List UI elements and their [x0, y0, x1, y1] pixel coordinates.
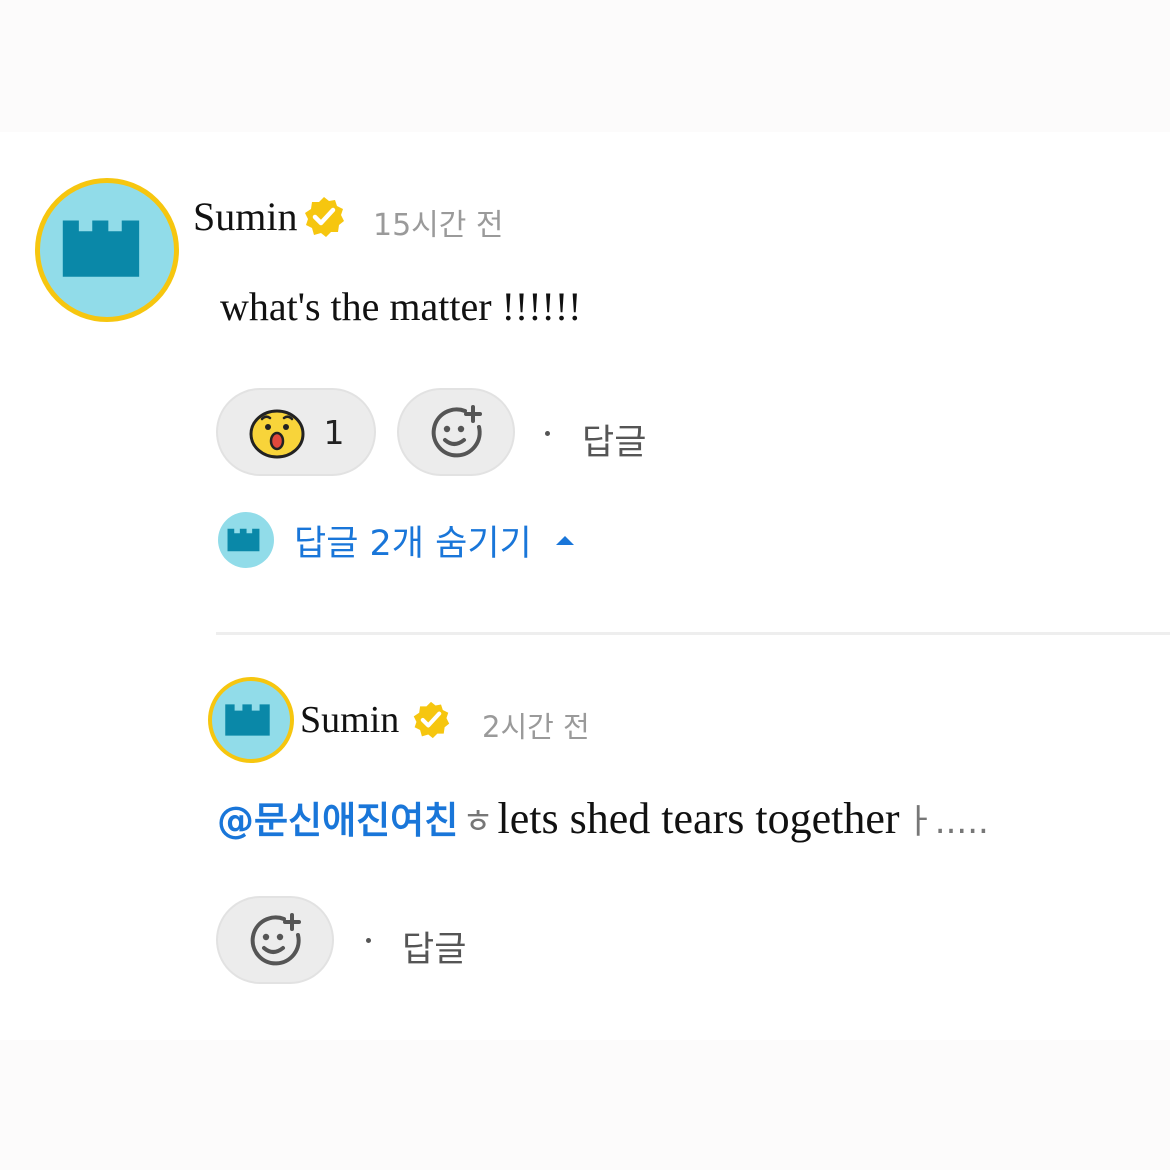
reply-timestamp: 2시간 전 — [482, 710, 590, 744]
reaction-button[interactable]: 1 — [216, 388, 376, 476]
mention-link[interactable]: @문신애진여친 — [217, 799, 458, 842]
bottom-background-band — [0, 1040, 1170, 1170]
reply-button[interactable]: 답글 — [402, 921, 466, 972]
add-reaction-button[interactable] — [397, 388, 515, 476]
reply-author-name[interactable]: Sumin — [300, 698, 399, 742]
separator-dot — [366, 938, 371, 943]
reply-text-fragment-left: ㅎ — [462, 802, 494, 842]
reply-button[interactable]: 답글 — [582, 414, 646, 465]
top-background-band — [0, 0, 1170, 132]
comment-text: what's the matter !!!!!! — [220, 284, 582, 329]
add-reaction-smiley-icon — [431, 405, 482, 458]
comment-timestamp: 15시간 전 — [373, 208, 504, 243]
reply-text: @문신애진여친 ㅎ lets shed tears together ㅏ....… — [217, 790, 989, 844]
separator-dot — [545, 431, 550, 436]
add-reaction-smiley-icon — [250, 913, 301, 966]
reply-text-fragment-right: ㅏ..... — [903, 802, 989, 842]
verified-badge-icon — [305, 197, 344, 237]
reaction-count: 1 — [323, 412, 345, 452]
divider — [216, 632, 1170, 635]
castle-icon — [62, 220, 140, 277]
hide-replies-label: 답글 2개 숨기기 — [294, 523, 532, 564]
add-reaction-button[interactable] — [216, 896, 334, 984]
comment-author-name[interactable]: Sumin — [193, 193, 297, 240]
verified-badge-icon — [413, 701, 450, 739]
reply-body-text: lets shed tears together — [497, 794, 900, 843]
surprised-face-icon — [249, 409, 304, 459]
castle-icon — [225, 704, 270, 736]
caret-up-icon — [555, 536, 574, 545]
hide-replies-toggle[interactable]: 답글 2개 숨기기 — [218, 512, 576, 568]
avatar[interactable] — [35, 178, 179, 322]
avatar[interactable] — [208, 677, 294, 763]
castle-icon — [227, 528, 260, 552]
avatar — [218, 512, 274, 568]
